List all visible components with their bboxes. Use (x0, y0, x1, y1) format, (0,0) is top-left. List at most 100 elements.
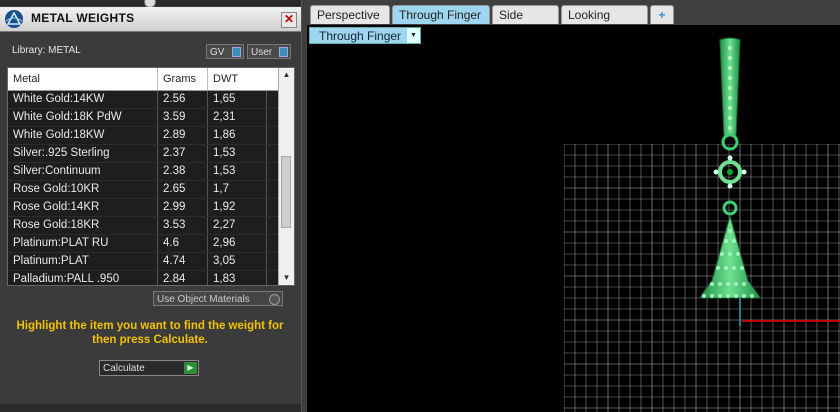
scroll-thumb[interactable] (281, 156, 291, 228)
calculate-label: Calculate (103, 363, 145, 374)
selection-handle[interactable] (727, 155, 733, 161)
cell-divider (266, 163, 267, 180)
dwt-cell: 1,53 (213, 165, 236, 177)
table-row[interactable]: Silver:Continuum 2.38 1,53 (8, 163, 278, 181)
panel-footer-bar (0, 404, 301, 412)
cell-divider (266, 127, 267, 144)
metal-cell: Platinum:PLAT RU (13, 237, 109, 249)
cell-divider (266, 91, 267, 108)
cell-divider (207, 91, 208, 108)
selection-handle[interactable] (727, 183, 733, 189)
cell-divider (157, 271, 158, 285)
grams-cell: 3.53 (163, 219, 186, 231)
selection-handle[interactable] (741, 169, 747, 175)
metal-cell: Palladium:PALL .950 (13, 273, 120, 285)
cell-divider (157, 145, 158, 162)
pendant-model[interactable] (690, 36, 770, 326)
close-icon[interactable]: ✕ (281, 12, 297, 28)
cell-divider (157, 181, 158, 198)
cell-divider (157, 91, 158, 108)
metal-cell: Platinum:PLAT (13, 255, 89, 267)
ring-1 (721, 133, 739, 151)
cell-divider (266, 253, 267, 270)
table-row[interactable]: Platinum:PLAT RU 4.6 2,96 (8, 235, 278, 253)
table-body: White Gold:14KW 2.56 1,65 White Gold:18K Pd… (8, 91, 278, 285)
cell-divider (266, 145, 267, 162)
cell-divider (207, 109, 208, 126)
library-label: Library: METAL (12, 45, 81, 56)
tab-through-finger[interactable]: Through Finger (392, 5, 490, 24)
dwt-cell: 1,53 (213, 147, 236, 159)
ring-3 (722, 200, 738, 216)
cell-divider (157, 127, 158, 144)
table-row[interactable]: White Gold:18K PdW 3.59 2,31 (8, 109, 278, 127)
tab-perspective[interactable]: Perspective (310, 5, 390, 24)
gv-toggle[interactable]: GV (206, 44, 244, 59)
column-header-grams[interactable]: Grams (163, 73, 196, 85)
cell-divider (266, 235, 267, 252)
panel-header: METAL WEIGHTS ✕ (0, 7, 301, 32)
tab-side-view[interactable]: Side View (492, 5, 559, 40)
radio-icon[interactable] (269, 294, 280, 305)
cell-divider (207, 181, 208, 198)
calculate-button[interactable]: Calculate ▶ (99, 360, 199, 376)
grams-cell: 2.56 (163, 93, 186, 105)
table-scrollbar[interactable]: ▲ ▼ (278, 68, 294, 285)
metal-weights-panel: METAL WEIGHTS ✕ Library: METAL GV User M… (0, 0, 302, 412)
metal-cell: Silver:Continuum (13, 165, 101, 177)
bail-stones (728, 46, 732, 130)
view-dropdown[interactable]: Through Finger ▼ (309, 27, 421, 44)
dwt-cell: 2,96 (213, 237, 236, 249)
logo-icon (5, 10, 23, 28)
view-tabs: Perspective Through Finger Side View Loo… (307, 5, 840, 40)
table-row[interactable]: Silver:.925 Sterling 2.37 1,53 (8, 145, 278, 163)
axis-line-red (742, 320, 840, 322)
cell-divider (157, 217, 158, 234)
chevron-down-icon[interactable]: ▼ (407, 28, 420, 43)
cell-divider (207, 235, 208, 252)
use-object-materials-option[interactable]: Use Object Materials (153, 291, 283, 306)
cell-divider (157, 109, 158, 126)
table-row[interactable]: White Gold:18KW 2.89 1,86 (8, 127, 278, 145)
add-tab-icon[interactable]: + (650, 5, 674, 24)
cell-divider (207, 145, 208, 162)
column-header-dwt[interactable]: DWT (213, 73, 238, 85)
table-header: Metal Grams DWT (8, 68, 278, 91)
instruction-text: Highlight the item you want to find the … (16, 320, 284, 346)
toggle-indicator-icon (279, 47, 288, 57)
metal-table: Metal Grams DWT White Gold:14KW 2.56 1,65 W… (7, 67, 295, 286)
pendant-body (699, 214, 761, 299)
cell-divider (157, 253, 158, 270)
table-row[interactable]: Palladium:PALL .950 2.84 1,83 (8, 271, 278, 285)
table-row[interactable]: White Gold:14KW 2.56 1,65 (8, 91, 278, 109)
scroll-up-icon[interactable]: ▲ (279, 68, 294, 82)
metal-cell: White Gold:18K PdW (13, 111, 122, 123)
grams-cell: 3.59 (163, 111, 186, 123)
metal-cell: Rose Gold:10KR (13, 183, 100, 195)
ring-2-center (727, 169, 733, 175)
cell-divider (266, 181, 267, 198)
cell-divider (207, 271, 208, 285)
scroll-down-icon[interactable]: ▼ (279, 271, 294, 285)
cell-divider (207, 217, 208, 234)
grams-cell: 2.89 (163, 129, 186, 141)
selection-handle[interactable] (713, 169, 719, 175)
table-row[interactable]: Rose Gold:14KR 2.99 1,92 (8, 199, 278, 217)
panel-title: METAL WEIGHTS (31, 11, 135, 25)
play-arrow-icon[interactable]: ▶ (184, 362, 197, 374)
cell-divider (266, 109, 267, 126)
tab-looking-down[interactable]: Looking Down (561, 5, 648, 40)
grams-cell: 2.99 (163, 201, 186, 213)
grams-cell: 2.84 (163, 273, 186, 285)
cell-divider (157, 199, 158, 216)
column-header-metal[interactable]: Metal (13, 73, 40, 85)
metal-cell: White Gold:14KW (13, 93, 105, 105)
user-toggle[interactable]: User (247, 44, 291, 59)
dwt-cell: 3,05 (213, 255, 236, 267)
grams-cell: 2.65 (163, 183, 186, 195)
table-row[interactable]: Platinum:PLAT 4.74 3,05 (8, 253, 278, 271)
grams-cell: 4.74 (163, 255, 186, 267)
table-row[interactable]: Rose Gold:10KR 2.65 1,7 (8, 181, 278, 199)
metal-cell: Rose Gold:14KR (13, 201, 100, 213)
table-row[interactable]: Rose Gold:18KR 3.53 2,27 (8, 217, 278, 235)
